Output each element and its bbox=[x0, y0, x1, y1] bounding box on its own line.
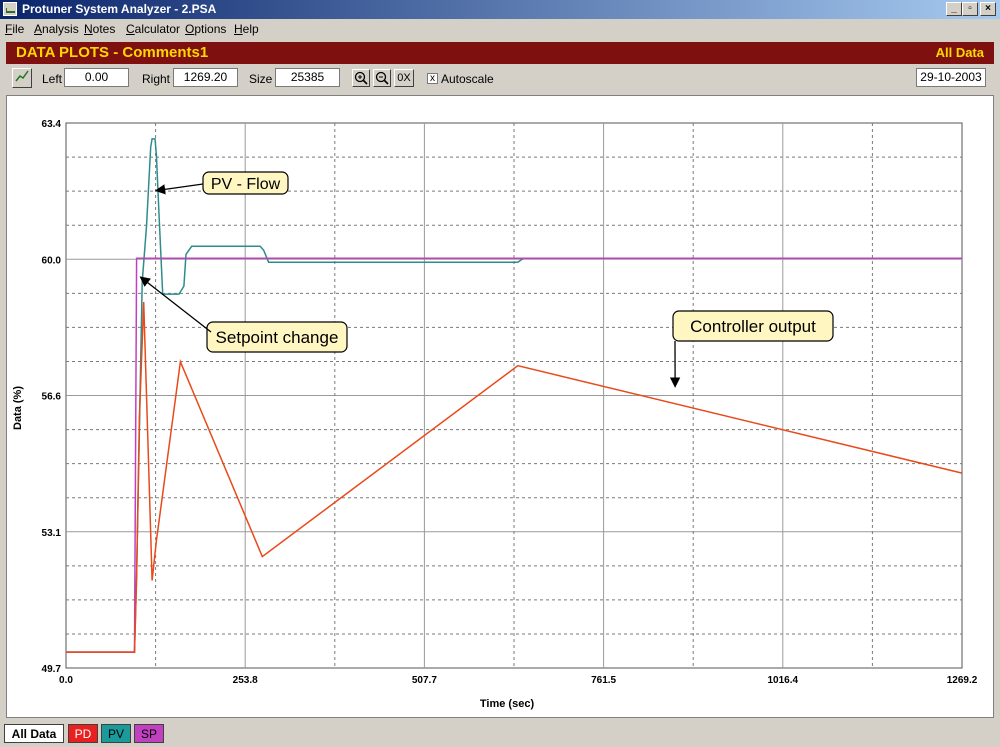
right-field[interactable]: 1269.20 bbox=[173, 68, 238, 87]
right-label: Right bbox=[142, 72, 171, 86]
close-button[interactable]: × bbox=[980, 2, 996, 16]
tab-pv[interactable]: PV bbox=[101, 724, 131, 743]
zoom-in-button[interactable] bbox=[352, 69, 370, 87]
date-field: 29-10-2003 bbox=[916, 68, 986, 87]
y-tick-label: 49.7 bbox=[42, 664, 62, 675]
x-tick-label: 253.8 bbox=[233, 675, 258, 686]
tab-all-data[interactable]: All Data bbox=[4, 724, 64, 743]
zoom-out-icon bbox=[375, 71, 389, 85]
menu-file[interactable]: File bbox=[5, 22, 24, 36]
left-label: Left bbox=[42, 72, 63, 86]
y-axis-label: Data (%) bbox=[12, 386, 24, 430]
chart-glyph-icon bbox=[15, 70, 29, 82]
y-tick-label: 63.4 bbox=[42, 119, 62, 130]
size-field[interactable]: 25385 bbox=[275, 68, 340, 87]
pv-flow-callout-text: PV - Flow bbox=[211, 176, 281, 193]
y-tick-label: 56.6 bbox=[42, 392, 62, 403]
grid-lines bbox=[65, 122, 963, 669]
x-tick-label: 507.7 bbox=[412, 675, 437, 686]
reset-zoom-button[interactable]: 0X bbox=[394, 69, 414, 87]
size-label: Size bbox=[249, 72, 273, 86]
minimize-button[interactable]: _ bbox=[946, 2, 962, 16]
toolbar: Left 0.00 Right 1269.20 Size 25385 0X x … bbox=[0, 66, 1000, 92]
autoscale-checkbox[interactable]: x bbox=[427, 73, 438, 84]
tab-pd[interactable]: PD bbox=[68, 724, 98, 743]
y-tick-label: 53.1 bbox=[42, 528, 62, 539]
menu-bar: File Analysis Notes Calculator Options H… bbox=[0, 19, 1000, 38]
app-icon bbox=[3, 2, 17, 16]
x-axis-label: Time (sec) bbox=[480, 698, 535, 710]
x-tick-label: 1269.2 bbox=[947, 675, 978, 686]
left-field[interactable]: 0.00 bbox=[64, 68, 129, 87]
window-title: Protuner System Analyzer - 2.PSA bbox=[22, 2, 217, 16]
series-tabs: All Data PD PV SP bbox=[0, 722, 1000, 747]
plot-panel: 0.0 253.8 507.7 761.5 1016.4 1269.2 49.7 53.1 56… bbox=[6, 95, 994, 718]
chart-icon[interactable] bbox=[12, 68, 32, 88]
x-tick-label: 0.0 bbox=[59, 675, 73, 686]
restore-button[interactable]: ▫ bbox=[962, 2, 978, 16]
controller-callout-text: Controller output bbox=[690, 317, 816, 336]
y-tick-label: 60.0 bbox=[42, 255, 62, 266]
data-plot-chart[interactable]: 0.0 253.8 507.7 761.5 1016.4 1269.2 49.7 53.1 56… bbox=[7, 96, 993, 717]
x-tick-label: 761.5 bbox=[591, 675, 616, 686]
menu-help[interactable]: Help bbox=[234, 22, 259, 36]
zoom-out-button[interactable] bbox=[373, 69, 391, 87]
x-tick-label: 1016.4 bbox=[768, 675, 799, 686]
menu-calculator[interactable]: Calculator bbox=[126, 22, 180, 36]
banner-all-data: All Data bbox=[935, 45, 984, 60]
banner-title: DATA PLOTS - Comments1 bbox=[16, 44, 209, 61]
tab-sp[interactable]: SP bbox=[134, 724, 164, 743]
menu-options[interactable]: Options bbox=[185, 22, 226, 36]
autoscale-label: Autoscale bbox=[441, 72, 494, 86]
menu-notes[interactable]: Notes bbox=[84, 22, 115, 36]
plots-banner: DATA PLOTS - Comments1 All Data bbox=[6, 42, 994, 64]
setpoint-callout-text: Setpoint change bbox=[216, 328, 339, 347]
menu-analysis[interactable]: Analysis bbox=[34, 22, 79, 36]
zoom-in-icon bbox=[354, 71, 368, 85]
title-bar: Protuner System Analyzer - 2.PSA _ ▫ × bbox=[0, 0, 1000, 19]
